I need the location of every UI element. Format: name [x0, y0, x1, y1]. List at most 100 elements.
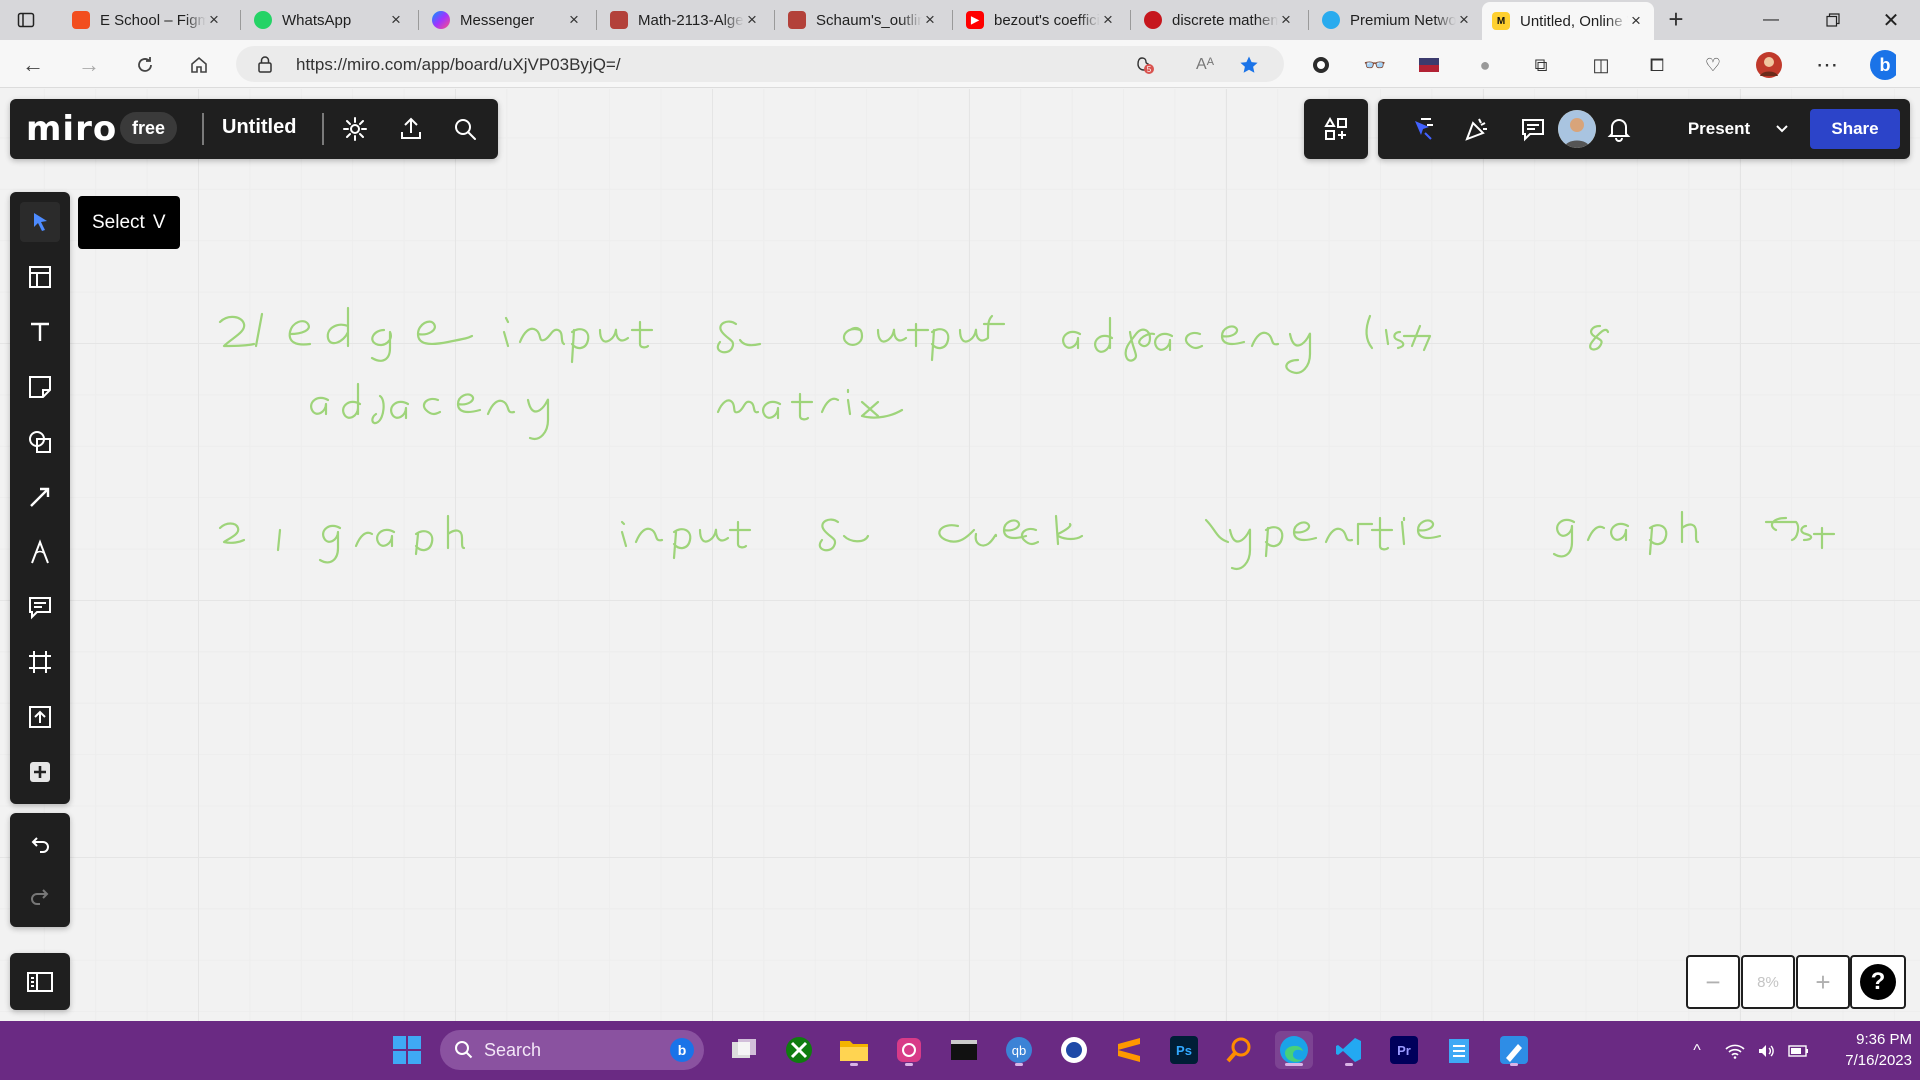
- glasses-extension-icon[interactable]: 👓: [1362, 52, 1388, 78]
- sublime-text-icon[interactable]: [1110, 1031, 1148, 1069]
- vscode-icon[interactable]: [1330, 1031, 1368, 1069]
- flag-extension-icon[interactable]: [1416, 52, 1442, 78]
- profile-avatar[interactable]: [1756, 52, 1782, 78]
- home-icon[interactable]: [186, 52, 212, 78]
- browser-tab[interactable]: WhatsApp ×: [244, 2, 414, 38]
- notepad-icon[interactable]: [1440, 1031, 1478, 1069]
- notifications-bell-icon[interactable]: [1604, 114, 1634, 144]
- battery-icon[interactable]: [1784, 1021, 1814, 1080]
- browser-tab[interactable]: Messenger ×: [422, 2, 592, 38]
- zoom-in-button[interactable]: +: [1796, 955, 1850, 1009]
- xbox-icon[interactable]: [780, 1031, 818, 1069]
- app-icon[interactable]: [1055, 1031, 1093, 1069]
- task-view-icon[interactable]: [725, 1031, 763, 1069]
- extension-icon[interactable]: ●: [1472, 52, 1498, 78]
- redo-icon[interactable]: [20, 877, 60, 917]
- search-icon[interactable]: [450, 114, 480, 144]
- browser-tab[interactable]: E School – Figma ×: [62, 2, 232, 38]
- close-tab-icon[interactable]: ×: [1628, 11, 1644, 30]
- comment-tool-icon[interactable]: [20, 587, 60, 627]
- qbittorrent-icon[interactable]: qb: [1000, 1031, 1038, 1069]
- help-button[interactable]: ?: [1850, 955, 1906, 1009]
- comments-icon[interactable]: [1518, 114, 1548, 144]
- close-tab-icon[interactable]: ×: [1456, 10, 1472, 29]
- new-tab-button[interactable]: +: [1662, 6, 1690, 34]
- settings-gear-icon[interactable]: [340, 114, 370, 144]
- terminal-icon[interactable]: [945, 1031, 983, 1069]
- file-explorer-icon[interactable]: [835, 1031, 873, 1069]
- close-window-icon[interactable]: ✕: [1862, 0, 1920, 40]
- read-aloud-icon[interactable]: Aᴬ: [1194, 54, 1216, 76]
- apps-shapes-icon[interactable]: [1321, 114, 1351, 144]
- user-avatar[interactable]: [1558, 110, 1596, 148]
- board-title[interactable]: Untitled: [222, 116, 296, 139]
- minimize-icon[interactable]: —: [1742, 0, 1800, 40]
- tracking-prevention-icon[interactable]: 5: [1134, 54, 1156, 76]
- url-text[interactable]: https://miro.com/app/board/uXjVP03ByjQ=/: [296, 55, 621, 75]
- windows-start-icon[interactable]: [388, 1031, 426, 1069]
- export-upload-icon[interactable]: [396, 114, 426, 144]
- miro-logo[interactable]: miro: [26, 109, 117, 149]
- sidebar-toggle-icon[interactable]: [20, 962, 60, 1002]
- app-icon[interactable]: [890, 1031, 928, 1069]
- address-bar[interactable]: https://miro.com/app/board/uXjVP03ByjQ=/…: [236, 46, 1284, 82]
- browser-tab-active[interactable]: M Untitled, Online Whiteboard ×: [1482, 2, 1654, 40]
- back-icon[interactable]: ←: [20, 52, 46, 78]
- wifi-icon[interactable]: [1720, 1021, 1750, 1080]
- paint-icon[interactable]: [1495, 1031, 1533, 1069]
- premiere-pro-icon[interactable]: Pr: [1385, 1031, 1423, 1069]
- close-tab-icon[interactable]: ×: [566, 10, 582, 29]
- tab-actions-icon[interactable]: [14, 8, 38, 32]
- share-button[interactable]: Share: [1810, 109, 1900, 149]
- refresh-icon[interactable]: [132, 52, 158, 78]
- more-tools-plus-icon[interactable]: [20, 752, 60, 792]
- chevron-down-icon[interactable]: [1766, 113, 1798, 145]
- search-tool-icon[interactable]: [1220, 1031, 1258, 1069]
- split-screen-icon[interactable]: ◫: [1588, 52, 1614, 78]
- close-tab-icon[interactable]: ×: [1278, 10, 1294, 29]
- browser-tab[interactable]: Premium Network ×: [1312, 2, 1482, 38]
- extension-icon[interactable]: [1308, 52, 1334, 78]
- close-tab-icon[interactable]: ×: [922, 10, 938, 29]
- cursor-follow-icon[interactable]: [1408, 114, 1438, 144]
- templates-icon[interactable]: [20, 257, 60, 297]
- close-tab-icon[interactable]: ×: [206, 10, 222, 29]
- present-button[interactable]: Present: [1672, 113, 1766, 145]
- upload-icon[interactable]: [20, 697, 60, 737]
- lock-icon[interactable]: [256, 55, 274, 73]
- volume-icon[interactable]: [1752, 1021, 1782, 1080]
- browser-tab[interactable]: discrete mathematics ×: [1134, 2, 1304, 38]
- browser-tab[interactable]: Math-2113-Algebra ×: [600, 2, 770, 38]
- select-cursor-icon[interactable]: [20, 202, 60, 242]
- zoom-out-button[interactable]: −: [1686, 955, 1740, 1009]
- text-tool-icon[interactable]: [20, 312, 60, 352]
- sticky-note-icon[interactable]: [20, 367, 60, 407]
- restore-icon[interactable]: [1804, 0, 1862, 40]
- favorite-star-icon[interactable]: [1238, 54, 1260, 76]
- more-options-icon[interactable]: ⋯: [1814, 52, 1840, 78]
- bing-copilot-icon[interactable]: b: [1870, 50, 1896, 80]
- collections-icon[interactable]: ⧠: [1644, 52, 1670, 78]
- show-hidden-icons[interactable]: ^: [1684, 1021, 1710, 1080]
- extensions-puzzle-icon[interactable]: ⧉: [1528, 52, 1554, 78]
- taskbar-clock[interactable]: 9:36 PM 7/16/2023: [1820, 1029, 1912, 1071]
- whiteboard-canvas[interactable]: [0, 89, 1920, 1021]
- pen-tool-icon[interactable]: [20, 532, 60, 572]
- edge-browser-icon[interactable]: [1275, 1031, 1313, 1069]
- browser-tab[interactable]: Schaum's_outline ×: [778, 2, 948, 38]
- close-tab-icon[interactable]: ×: [1100, 10, 1116, 29]
- celebrate-reaction-icon[interactable]: [1462, 114, 1492, 144]
- forward-icon[interactable]: →: [76, 52, 102, 78]
- undo-icon[interactable]: [20, 825, 60, 865]
- shapes-icon[interactable]: [20, 422, 60, 462]
- plan-badge[interactable]: free: [120, 112, 178, 144]
- zoom-level[interactable]: 8%: [1741, 955, 1795, 1009]
- browser-essentials-icon[interactable]: ♡: [1700, 52, 1726, 78]
- connection-line-icon[interactable]: [20, 477, 60, 517]
- photoshop-icon[interactable]: Ps: [1165, 1031, 1203, 1069]
- browser-tab[interactable]: ▶ bezout's coefficients ×: [956, 2, 1126, 38]
- taskbar-search[interactable]: Search b: [440, 1030, 704, 1070]
- close-tab-icon[interactable]: ×: [388, 10, 404, 29]
- close-tab-icon[interactable]: ×: [744, 10, 760, 29]
- frame-tool-icon[interactable]: [20, 642, 60, 682]
